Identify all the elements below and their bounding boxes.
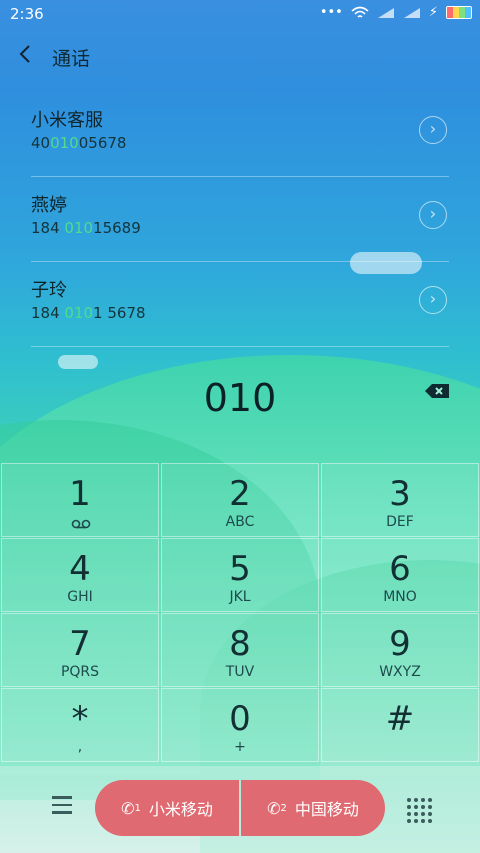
contact-row[interactable]: 子玲 184 0101 5678 ›: [31, 262, 449, 347]
call-sim1-button[interactable]: ✆ 1 小米移动: [95, 780, 239, 836]
signal-1-icon: [377, 7, 394, 18]
contact-row[interactable]: 燕婷 184 01015689 ›: [31, 177, 449, 262]
dialer-screen: 2:36 ••• ⚡ 通话 小米客服 4001005678 › 燕婷 184 0…: [0, 0, 480, 853]
status-bar: 2:36 ••• ⚡: [0, 0, 480, 28]
key-1[interactable]: 1: [1, 463, 159, 537]
key-7[interactable]: 7 PQRS: [1, 613, 159, 687]
key-star[interactable]: *,: [1, 688, 159, 762]
bottom-bar: ✆ 1 小米移动 ✆ 2 中国移动: [0, 766, 480, 853]
wifi-icon: [351, 6, 369, 18]
signal-2-icon: [403, 7, 420, 18]
key-8[interactable]: 8 TUV: [161, 613, 319, 687]
voicemail-icon: [71, 519, 91, 529]
call-sim2-button[interactable]: ✆ 2 中国移动: [241, 780, 385, 836]
page-title: 通话: [52, 48, 91, 70]
dial-input[interactable]: 010: [0, 376, 480, 420]
contact-name: 小米客服: [31, 110, 103, 131]
contact-number: 4001005678: [31, 134, 127, 152]
menu-button[interactable]: [52, 796, 72, 814]
more-icon: •••: [319, 5, 343, 20]
back-button[interactable]: [18, 42, 38, 70]
sim1-label: 小米移动: [148, 800, 213, 819]
key-9[interactable]: 9 WXYZ: [321, 613, 479, 687]
key-0[interactable]: 0 +: [161, 688, 319, 762]
key-2[interactable]: 2 ABC: [161, 463, 319, 537]
battery-icon: [446, 6, 472, 19]
backspace-icon[interactable]: [424, 383, 450, 399]
key-6[interactable]: 6 MNO: [321, 538, 479, 612]
cloud-decoration: [58, 355, 98, 369]
keypad-toggle-icon[interactable]: [407, 798, 432, 823]
contact-results: 小米客服 4001005678 › 燕婷 184 01015689 › 子玲 1…: [31, 92, 449, 347]
dial-keypad: 1 2 ABC 3 DEF 4 GHI 5 JKL 6 MNO 7 PQRS 8 TUV 9W…: [0, 462, 480, 764]
contact-row[interactable]: 小米客服 4001005678 ›: [31, 92, 449, 177]
sim2-label: 中国移动: [294, 800, 359, 819]
chevron-left-icon: [19, 45, 30, 63]
contact-name: 燕婷: [31, 195, 67, 216]
contact-name: 子玲: [31, 280, 67, 301]
status-time: 2:36: [10, 5, 44, 23]
chevron-right-icon[interactable]: ›: [419, 201, 447, 229]
contact-number: 184 01015689: [31, 219, 141, 237]
key-4[interactable]: 4 GHI: [1, 538, 159, 612]
chevron-right-icon[interactable]: ›: [419, 286, 447, 314]
charging-icon: ⚡: [428, 5, 438, 20]
phone-icon: ✆: [267, 798, 281, 818]
key-3[interactable]: 3 DEF: [321, 463, 479, 537]
app-header: 通话: [0, 30, 480, 86]
chevron-right-icon[interactable]: ›: [419, 116, 447, 144]
phone-icon: ✆: [121, 798, 135, 818]
contact-number: 184 0101 5678: [31, 304, 146, 322]
key-5[interactable]: 5 JKL: [161, 538, 319, 612]
key-hash[interactable]: #: [321, 688, 479, 762]
